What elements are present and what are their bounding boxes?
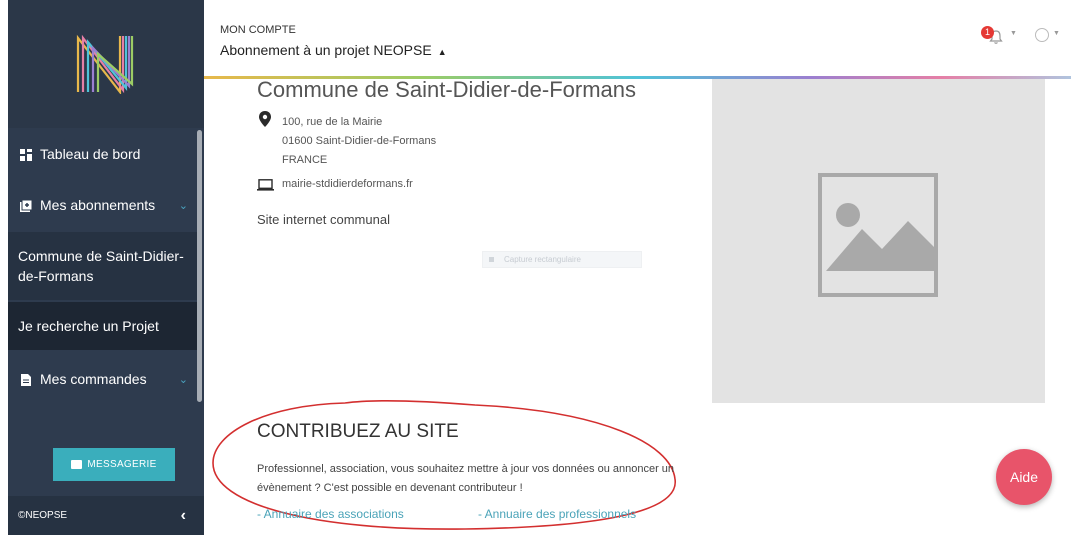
sidebar-item-label: Je recherche un Projet — [18, 318, 159, 334]
sidebar-item-label: Mes commandes — [40, 371, 147, 387]
messagerie-button[interactable]: MESSAGERIE — [53, 448, 175, 481]
neopse-logo-icon — [76, 34, 134, 94]
sidebar-scrollbar[interactable] — [197, 130, 202, 402]
user-avatar-icon[interactable] — [1035, 28, 1049, 42]
subscriptions-icon — [20, 199, 33, 212]
chevron-down-icon: ⌄ — [178, 373, 188, 386]
page-title-text: Abonnement à un projet NEOPSE — [220, 42, 432, 58]
professionals-directory-link[interactable]: - Annuaire des professionnels — [478, 507, 636, 521]
sidebar-item-commune[interactable]: Commune de Saint-Didier-de-Formans — [8, 232, 198, 300]
image-placeholder-icon — [818, 173, 938, 297]
dashboard-icon — [20, 148, 32, 161]
caret-down-icon[interactable]: ▼ — [1053, 30, 1060, 37]
capture-label: Capture rectangulaire — [504, 255, 581, 264]
location-pin-icon — [259, 111, 271, 127]
messagerie-label: MESSAGERIE — [87, 459, 157, 470]
contribute-title: CONTRIBUEZ AU SITE — [257, 421, 459, 442]
copyright-text: ©NEOPSE — [18, 510, 68, 521]
associations-directory-link[interactable]: - Annuaire des associations — [257, 507, 404, 521]
address-line: 01600 Saint-Didier-de-Formans — [282, 135, 437, 147]
section-label: MON COMPTE — [220, 24, 296, 36]
site-internet-link[interactable]: Site internet communal — [257, 212, 390, 227]
capture-icon — [489, 257, 494, 262]
commune-website[interactable]: mairie-stdidierdeformans.fr — [282, 178, 413, 190]
image-placeholder — [712, 79, 1045, 403]
collapse-sidebar-icon[interactable]: ‹ — [181, 507, 186, 525]
sidebar-item-search-project[interactable]: Je recherche un Projet — [8, 302, 198, 350]
sidebar: Tableau de bord Mes abonnements ⌄ Commun… — [8, 0, 204, 535]
commune-title: Commune de Saint-Didier-de-Formans — [257, 77, 637, 98]
commune-address: 100, rue de la Mairie 01600 Saint-Didier… — [282, 113, 436, 170]
notification-badge: 1 — [981, 26, 994, 39]
contribute-text: Professionnel, association, vous souhait… — [257, 463, 675, 494]
sidebar-item-label: Tableau de bord — [40, 146, 141, 162]
file-icon — [20, 373, 32, 386]
sidebar-footer: ©NEOPSE ‹ — [8, 496, 204, 535]
chat-icon — [71, 460, 83, 469]
aide-button[interactable]: Aide — [996, 449, 1052, 505]
sidebar-item-label: Commune de Saint-Didier-de-Formans — [18, 248, 184, 284]
header: MON COMPTE Abonnement à un projet NEOPSE… — [204, 0, 1071, 78]
address-line: FRANCE — [282, 154, 328, 166]
page-title[interactable]: Abonnement à un projet NEOPSE ▲ — [220, 42, 447, 58]
sidebar-item-subscriptions[interactable]: Mes abonnements ⌄ — [8, 184, 198, 226]
neopse-logo[interactable] — [8, 0, 204, 128]
chevron-down-icon: ⌄ — [178, 199, 188, 212]
address-line: 100, rue de la Mairie — [282, 116, 383, 128]
sidebar-item-orders[interactable]: Mes commandes ⌄ — [8, 358, 198, 400]
notifications-button[interactable]: 1 — [981, 26, 1011, 46]
sidebar-item-dashboard[interactable]: Tableau de bord — [8, 135, 198, 173]
caret-up-icon: ▲ — [437, 47, 447, 57]
screen-capture-widget[interactable]: Capture rectangulaire — [482, 251, 642, 268]
sidebar-item-label: Mes abonnements — [40, 197, 156, 213]
laptop-icon — [257, 179, 274, 191]
caret-down-icon[interactable]: ▼ — [1010, 30, 1017, 37]
